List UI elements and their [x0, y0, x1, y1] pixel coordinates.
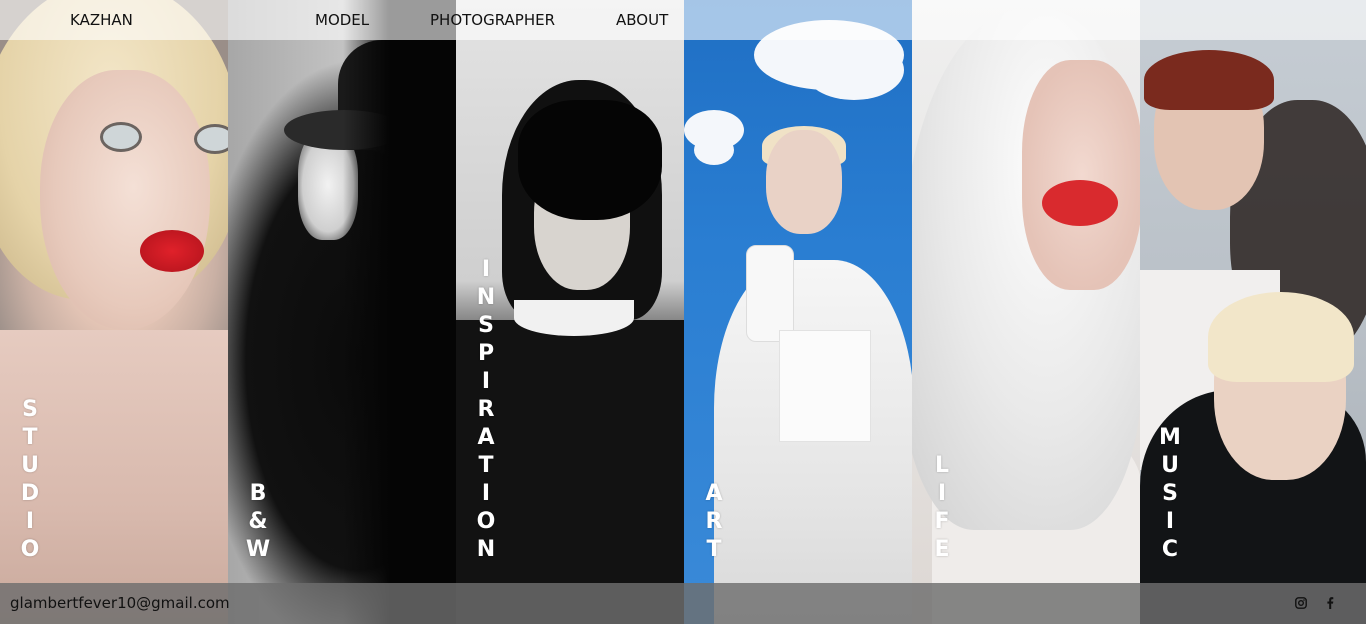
label-letter: E [934, 537, 950, 562]
panel-label-bw[interactable]: B & W [228, 480, 288, 564]
label-letter: & [248, 509, 268, 534]
label-letter: P [477, 341, 495, 366]
panel-label-studio[interactable]: S T U D I O [0, 396, 60, 564]
label-letter: R [705, 509, 723, 534]
facebook-icon[interactable] [1322, 595, 1338, 611]
panel-music[interactable]: M U S I C [1140, 0, 1366, 624]
label-letter: M [1159, 425, 1181, 450]
photo-detail [1022, 60, 1140, 290]
label-letter: T [706, 537, 722, 562]
footer-bar: glambertfever10@gmail.com [0, 583, 1366, 624]
label-letter: S [1162, 481, 1178, 506]
photo-detail [194, 124, 228, 154]
photo-detail [1144, 50, 1274, 110]
panel-life[interactable]: L I F E [912, 0, 1140, 624]
photo-detail [514, 300, 634, 336]
label-letter: L [934, 453, 950, 478]
label-letter: U [21, 453, 39, 478]
photo-detail [766, 130, 842, 234]
panel-art[interactable]: A R T [684, 0, 912, 624]
top-navigation: KAZHAN MODEL PHOTOGRAPHER ABOUT [0, 0, 1366, 40]
photo-detail [518, 100, 662, 220]
instagram-icon[interactable] [1293, 595, 1309, 611]
gallery-panels: S T U D I O B & W I N S P I R A T I O N … [0, 0, 1366, 624]
label-letter: W [245, 537, 271, 562]
nav-model[interactable]: MODEL [315, 0, 369, 40]
label-letter: N [476, 537, 496, 562]
panel-studio[interactable]: S T U D I O [0, 0, 228, 624]
nav-photographer[interactable]: PHOTOGRAPHER [430, 0, 555, 40]
panel-label-music[interactable]: M U S I C [1140, 424, 1200, 564]
photo-detail [746, 245, 794, 342]
label-letter: O [20, 537, 40, 562]
label-letter: T [22, 425, 38, 450]
photo-detail [1042, 180, 1118, 226]
photo-detail [1208, 292, 1354, 382]
label-letter: C [1161, 537, 1179, 562]
label-letter: S [478, 313, 494, 338]
brand-link[interactable]: KAZHAN [70, 0, 133, 40]
label-letter: N [476, 285, 496, 310]
nav-about[interactable]: ABOUT [616, 0, 668, 40]
label-letter: I [937, 481, 947, 506]
label-letter: A [477, 425, 495, 450]
photo-detail [694, 135, 734, 165]
panel-label-art[interactable]: A R T [684, 480, 744, 564]
label-letter: U [1161, 453, 1179, 478]
photo-detail [140, 230, 204, 272]
label-letter: T [478, 453, 494, 478]
photo-detail [779, 330, 871, 442]
photo-detail [100, 122, 142, 152]
panel-label-inspiration[interactable]: I N S P I R A T I O N [456, 256, 516, 564]
photo-detail [40, 70, 210, 330]
label-letter: O [476, 509, 496, 534]
label-letter: I [25, 509, 35, 534]
label-letter: I [481, 369, 491, 394]
panel-inspiration[interactable]: I N S P I R A T I O N [456, 0, 684, 624]
label-letter: B [249, 481, 267, 506]
label-letter: I [481, 257, 491, 282]
contact-email[interactable]: glambertfever10@gmail.com [10, 583, 230, 624]
label-letter: I [1165, 509, 1175, 534]
photo-detail [804, 40, 904, 100]
label-letter: R [477, 397, 495, 422]
label-letter: I [481, 481, 491, 506]
photo-detail [714, 260, 912, 624]
label-letter: D [20, 481, 40, 506]
panel-label-life[interactable]: L I F E [912, 452, 972, 564]
label-letter: S [22, 397, 38, 422]
label-letter: A [705, 481, 723, 506]
panel-bw[interactable]: B & W [228, 0, 456, 624]
label-letter: F [934, 509, 950, 534]
